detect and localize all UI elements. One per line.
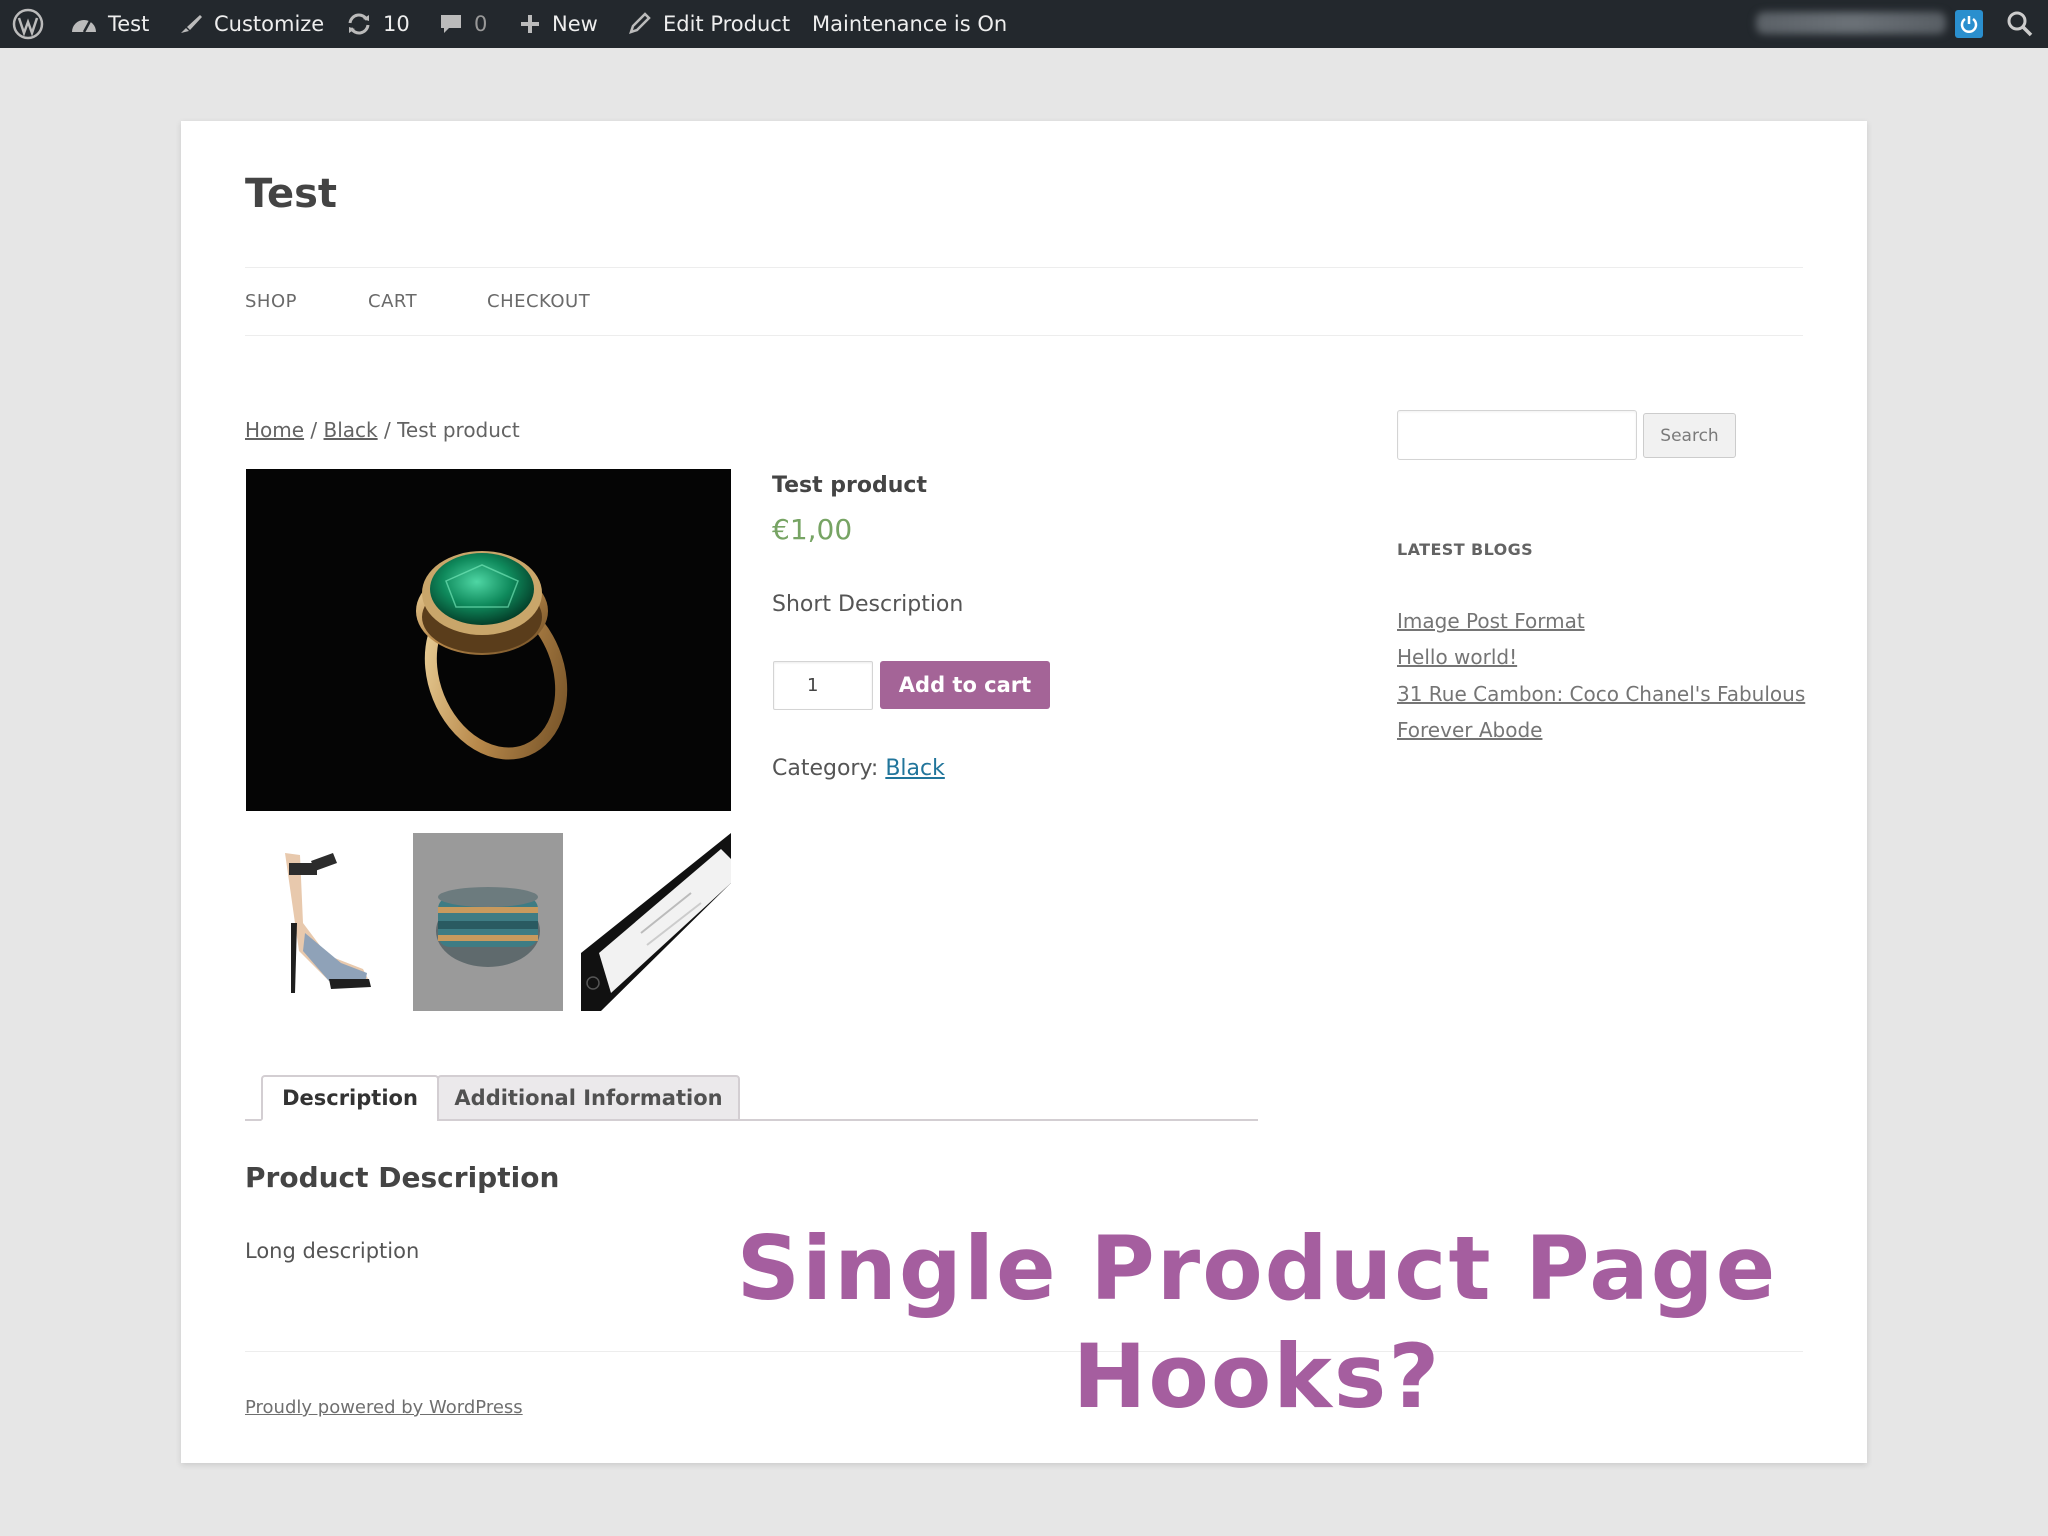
updates-count: 10: [383, 12, 410, 36]
overlay-caption: Single Product Page Hooks?: [712, 1215, 1802, 1431]
plus-icon: [518, 12, 542, 36]
latest-blogs-title: LATEST BLOGS: [1397, 540, 1534, 559]
nav-shop[interactable]: SHOP: [245, 291, 297, 312]
product-main-image[interactable]: [246, 469, 731, 811]
comment-icon: [438, 12, 464, 36]
new-label: New: [552, 12, 598, 36]
admin-site-link[interactable]: Test: [70, 0, 149, 48]
paintbrush-icon: [178, 12, 204, 36]
breadcrumb: Home / Black / Test product: [245, 418, 520, 442]
breadcrumb-current: Test product: [397, 418, 520, 442]
powered-by-link[interactable]: Proudly powered by WordPress: [245, 1397, 523, 1418]
power-icon[interactable]: [1955, 10, 1983, 38]
search-input[interactable]: [1397, 410, 1637, 460]
blog-link-forever-abode[interactable]: Forever Abode: [1397, 718, 1542, 742]
nav-checkout[interactable]: CHECKOUT: [487, 291, 590, 312]
product-thumbnail-bracelet[interactable]: [413, 833, 563, 1011]
overlay-line-1: Single Product Page: [736, 1217, 1778, 1320]
comments-count: 0: [474, 12, 488, 36]
add-to-cart-button[interactable]: Add to cart: [880, 661, 1050, 709]
overlay-line-2: Hooks?: [1072, 1325, 1442, 1428]
maintenance-status[interactable]: Maintenance is On: [812, 0, 1007, 48]
edit-product-link[interactable]: Edit Product: [627, 0, 790, 48]
admin-site-name: Test: [108, 12, 150, 36]
updates-link[interactable]: 10: [345, 0, 410, 48]
wordpress-logo-icon[interactable]: [12, 0, 44, 48]
description-heading: Product Description: [245, 1161, 560, 1194]
product-thumbnail-sandal[interactable]: [245, 833, 395, 1011]
category-label: Category:: [772, 756, 886, 781]
customize-link[interactable]: Customize: [178, 0, 324, 48]
comments-link[interactable]: 0: [438, 0, 487, 48]
header-divider: [245, 267, 1803, 268]
pencil-icon: [627, 12, 653, 36]
breadcrumb-separator: /: [377, 418, 398, 442]
product-thumbnail-tablet[interactable]: [581, 833, 731, 1011]
nav-divider: [245, 335, 1803, 336]
refresh-icon: [345, 12, 373, 36]
nav-cart[interactable]: CART: [368, 291, 417, 312]
search-icon[interactable]: [2006, 0, 2034, 48]
new-content-link[interactable]: New: [518, 0, 598, 48]
product-short-description: Short Description: [772, 592, 964, 617]
blog-link-image-post-format[interactable]: Image Post Format: [1397, 609, 1585, 633]
tab-description[interactable]: Description: [261, 1075, 439, 1121]
quantity-input[interactable]: [773, 661, 873, 710]
maintenance-label: Maintenance is On: [812, 12, 1008, 36]
customize-label: Customize: [214, 12, 325, 36]
breadcrumb-home[interactable]: Home: [245, 418, 304, 442]
dashboard-icon: [70, 12, 98, 36]
category-link[interactable]: Black: [885, 756, 945, 781]
blog-link-hello-world[interactable]: Hello world!: [1397, 645, 1517, 669]
breadcrumb-separator: /: [304, 418, 324, 442]
blurred-user-account[interactable]: [1756, 12, 1946, 34]
product-price: €1,00: [772, 513, 853, 546]
admin-bar: Test Customize 10 0 New Edit Product Mai…: [0, 0, 2048, 48]
blog-link-rue-cambon[interactable]: 31 Rue Cambon: Coco Chanel's Fabulous: [1397, 682, 1805, 706]
breadcrumb-category[interactable]: Black: [324, 418, 378, 442]
edit-product-label: Edit Product: [663, 12, 791, 36]
tab-additional-information[interactable]: Additional Information: [437, 1075, 740, 1121]
long-description: Long description: [245, 1239, 420, 1263]
site-title[interactable]: Test: [245, 171, 337, 217]
product-category: Category: Black: [772, 756, 945, 781]
search-button[interactable]: Search: [1643, 413, 1736, 458]
product-title: Test product: [772, 473, 927, 498]
